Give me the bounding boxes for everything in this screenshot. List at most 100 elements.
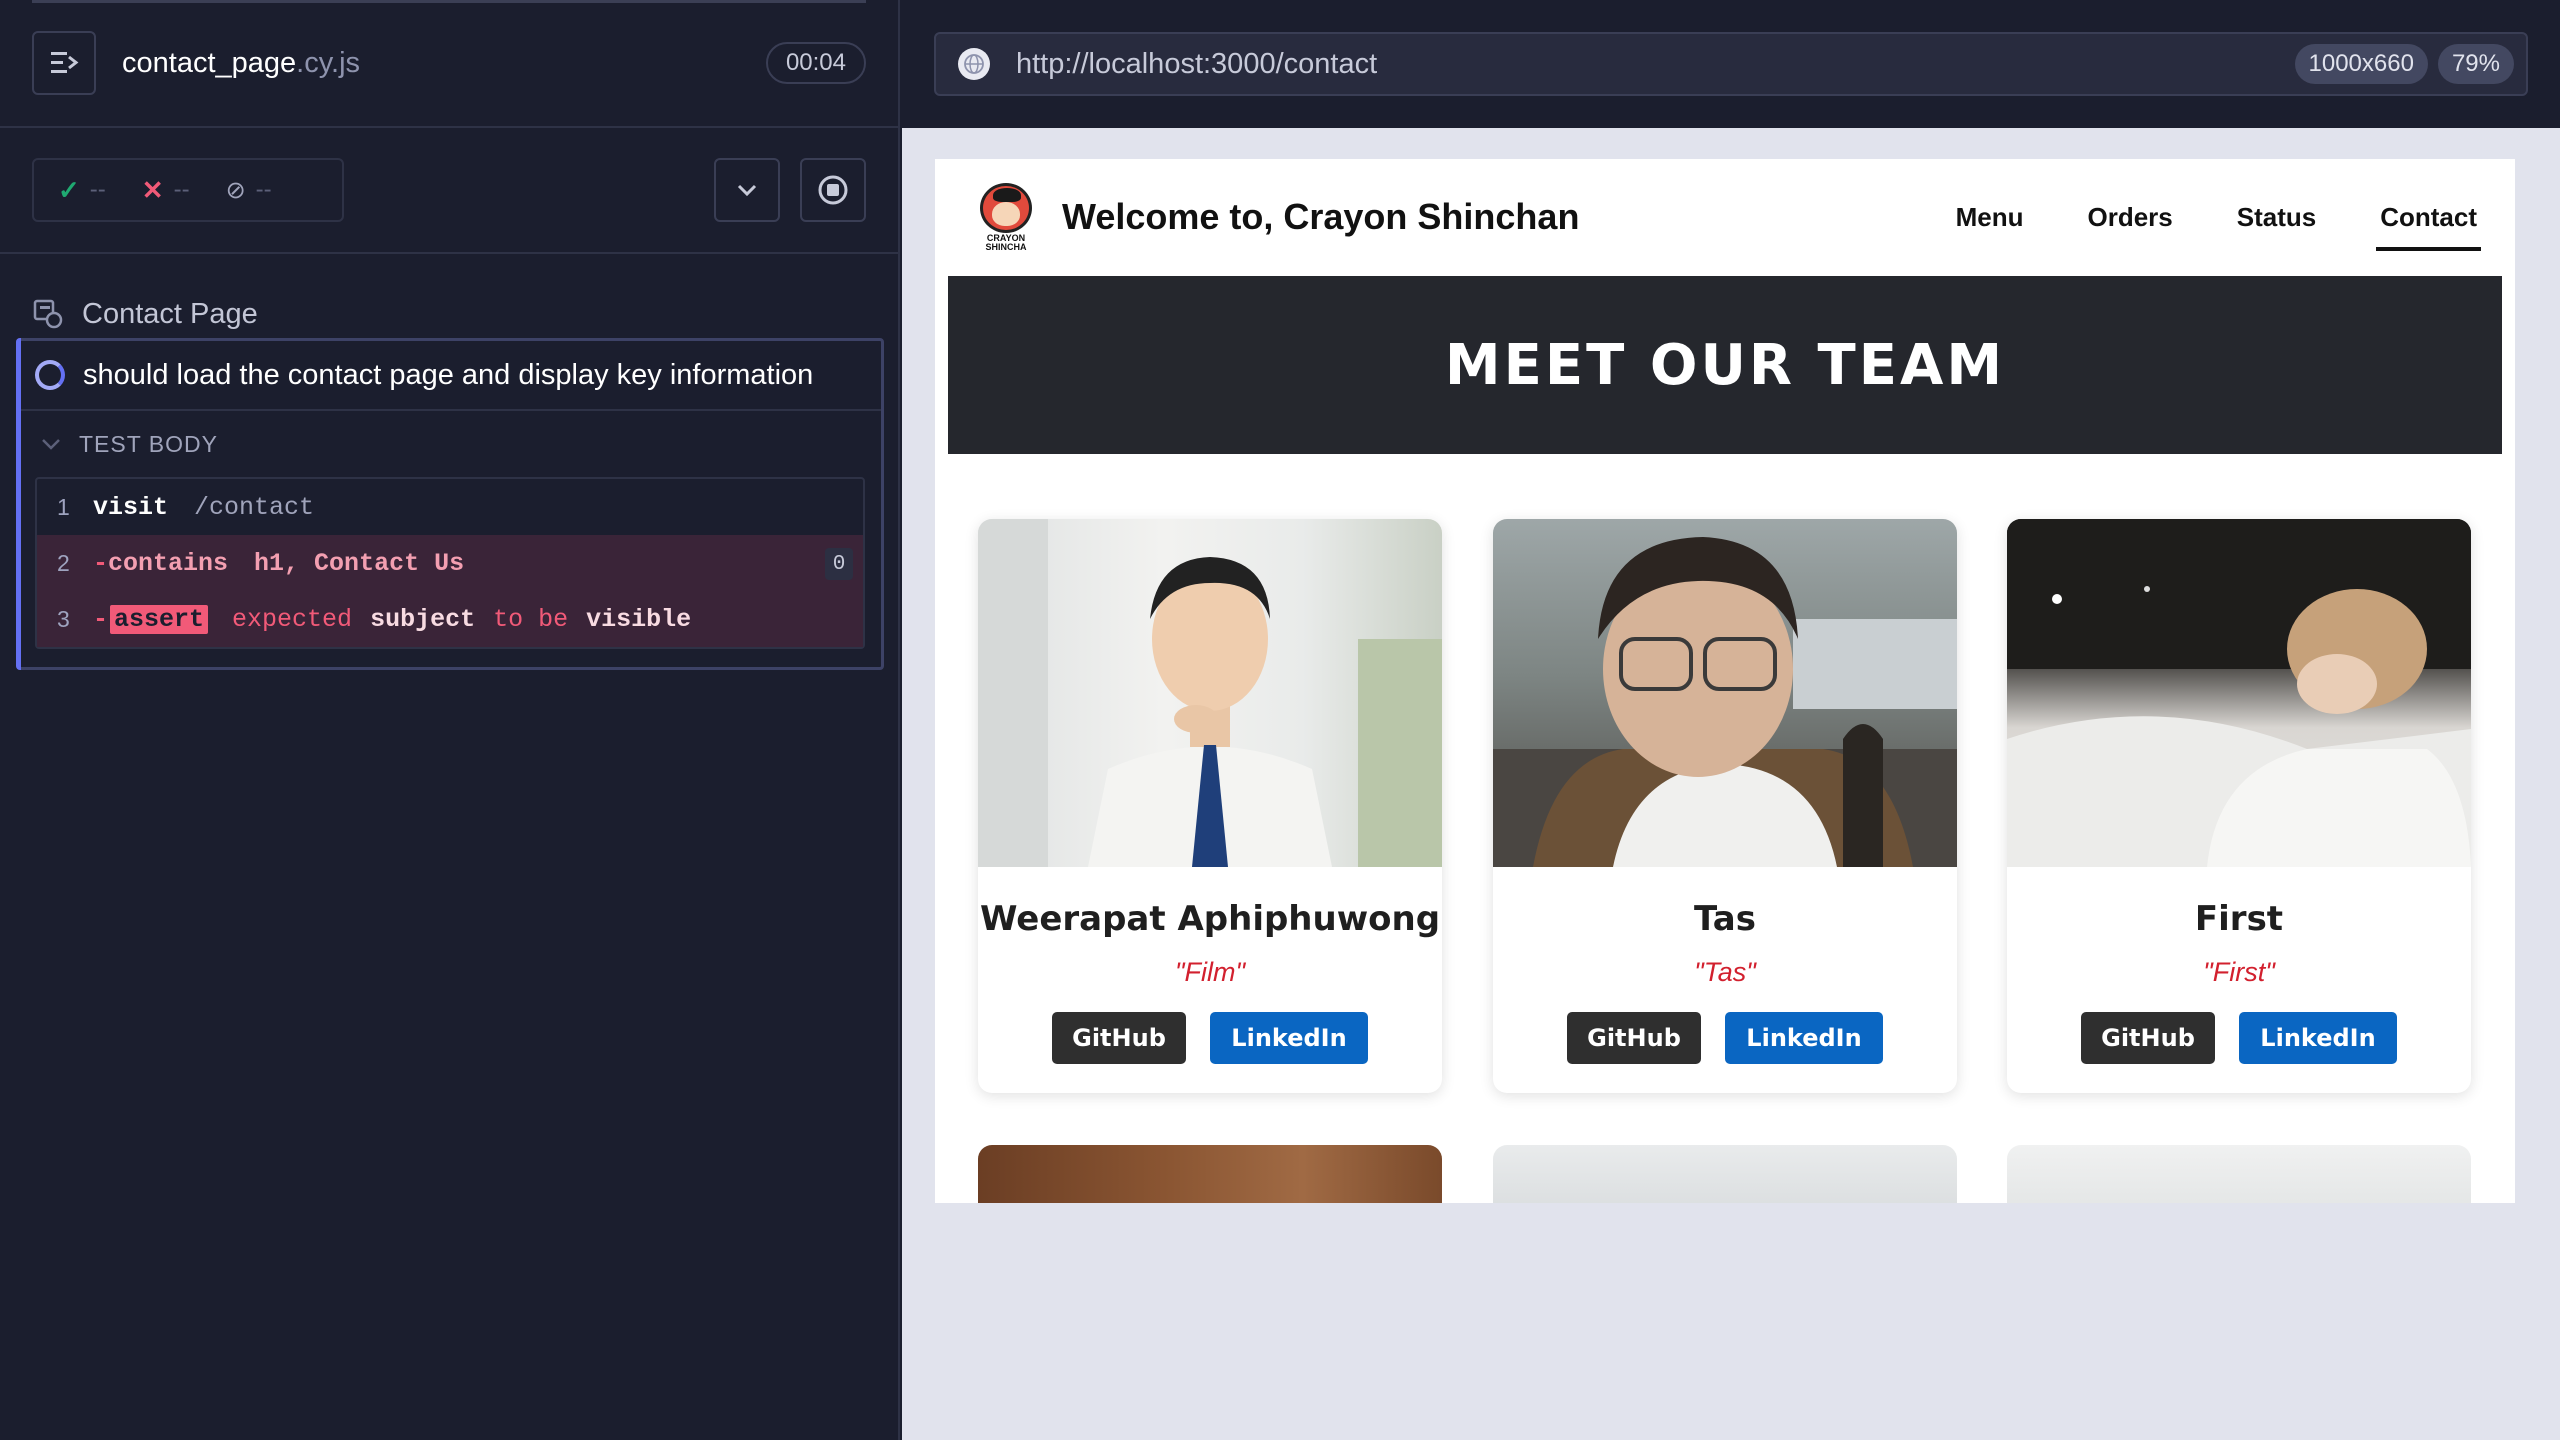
child-command-dash: -: [93, 548, 109, 578]
social-buttons: GitHub LinkedIn: [2007, 1012, 2471, 1064]
reporter-header: contact_page.cy.js 00:04: [0, 0, 898, 128]
nav-link-status[interactable]: Status: [2237, 159, 2316, 275]
spec-file-name: contact_page.cy.js: [122, 47, 360, 80]
command-message: h1, Contact Us: [254, 548, 465, 578]
globe-glyph: [964, 54, 984, 74]
team-card: Weerapat Aphiphuwong "Film" GitHub Linke…: [978, 519, 1442, 1093]
elements-count-badge: 0: [825, 548, 853, 580]
site-brand: Welcome to, Crayon Shinchan: [1062, 196, 1580, 237]
child-command-dash: -: [93, 604, 109, 634]
aut-header: http://localhost:3000/contact 1000x660 7…: [902, 0, 2560, 128]
running-indicator-bar: [16, 338, 21, 670]
viewport-size-chip[interactable]: 1000x660: [2294, 44, 2428, 84]
chevron-down-icon: [737, 184, 757, 197]
stats-summary: ✓ -- ✕ -- ⊘ --: [32, 158, 344, 222]
nav-link-menu[interactable]: Menu: [1956, 159, 2024, 275]
team-photo: [2007, 519, 2471, 867]
command-row[interactable]: 1 visit /contact: [37, 479, 863, 535]
social-buttons: GitHub LinkedIn: [1493, 1012, 1957, 1064]
team-photo-image: [978, 519, 1442, 867]
command-name: contains: [108, 548, 229, 578]
team-card-partial: [978, 1145, 1442, 1203]
command-number: 2: [57, 549, 70, 576]
check-icon: ✓: [58, 174, 80, 205]
suite-icon: [33, 299, 63, 329]
assert-token: expected: [232, 604, 353, 634]
command-number: 3: [57, 605, 70, 632]
linkedin-button[interactable]: LinkedIn: [1210, 1012, 1368, 1064]
crayon-logo[interactable]: CRAYON SHINCHA: [978, 183, 1034, 252]
command-row[interactable]: 2 - contains h1, Contact Us 0: [37, 535, 863, 591]
app-under-test-area: http://localhost:3000/contact 1000x660 7…: [902, 0, 2560, 1440]
x-icon: ✕: [141, 174, 164, 205]
test-body-label: TEST BODY: [79, 430, 218, 457]
stat-pending: ⊘ --: [226, 176, 272, 205]
suite-title: Contact Page: [82, 297, 258, 330]
linkedin-button[interactable]: LinkedIn: [1725, 1012, 1883, 1064]
collapse-menu-icon: [51, 52, 79, 73]
skip-icon: ⊘: [225, 176, 246, 204]
shinchan-face-icon: [980, 183, 1032, 233]
reporter-stats-bar: ✓ -- ✕ -- ⊘ --: [0, 128, 898, 254]
running-spinner-icon: [35, 360, 65, 390]
nav-link-contact[interactable]: Contact: [2376, 159, 2481, 275]
team-member-name: First: [2194, 899, 2284, 939]
command-log: 1 visit /contact 2 - contains h1, Contact…: [35, 477, 865, 649]
social-buttons: GitHub LinkedIn: [978, 1012, 1442, 1064]
hero-title: MEET OUR TEAM: [1444, 332, 2006, 398]
command-number: 1: [57, 493, 70, 520]
assert-token: to be: [493, 604, 569, 634]
team-photo: [978, 519, 1442, 867]
stop-button[interactable]: [800, 158, 866, 222]
aut-viewport: CRAYON SHINCHA Welcome to, Crayon Shinch…: [935, 159, 2515, 1203]
assert-token: subject: [370, 604, 476, 634]
command-row[interactable]: 3 - assert expected subject to be visible: [37, 591, 863, 647]
command-name: assert: [110, 604, 209, 634]
github-button[interactable]: GitHub: [1052, 1012, 1186, 1064]
stat-passed: ✓ --: [58, 175, 106, 206]
url-text: http://localhost:3000/contact: [1016, 47, 1378, 80]
command-message: /contact: [194, 492, 315, 522]
stat-failed: ✕ --: [142, 175, 190, 206]
globe-icon: [958, 48, 990, 80]
failed-count: --: [173, 176, 190, 203]
team-member-nickname: "First": [2203, 957, 2275, 987]
spec-file-base: contact_page: [122, 46, 297, 79]
site-nav-links: Menu Orders Status Contact: [1892, 159, 2481, 275]
chevron-down-icon: [42, 439, 60, 450]
team-card: First "First" GitHub LinkedIn: [2007, 519, 2471, 1093]
team-photo: [1493, 519, 1957, 867]
github-button[interactable]: GitHub: [1567, 1012, 1701, 1064]
hero-banner: MEET OUR TEAM: [948, 276, 2502, 454]
expand-collapse-button[interactable]: [714, 158, 780, 222]
running-test[interactable]: should load the contact page and display…: [16, 338, 884, 670]
header-divider: [32, 0, 866, 3]
team-member-nickname: "Film": [1174, 957, 1246, 987]
test-body-toggle[interactable]: TEST BODY: [19, 411, 881, 477]
logo-text: CRAYON: [986, 233, 1026, 243]
team-member-nickname: "Tas": [1694, 957, 1756, 987]
site-navbar: CRAYON SHINCHA Welcome to, Crayon Shinch…: [935, 159, 2515, 275]
github-button[interactable]: GitHub: [2081, 1012, 2215, 1064]
logo-text: SHINCHA: [985, 242, 1027, 252]
test-title-row[interactable]: should load the contact page and display…: [19, 341, 881, 411]
nav-link-orders[interactable]: Orders: [2087, 159, 2172, 275]
pending-count: --: [255, 176, 272, 203]
zoom-chip[interactable]: 79%: [2437, 44, 2514, 84]
stop-icon: [818, 175, 848, 205]
team-member-name: Tas: [1694, 899, 1756, 939]
team-photo-image: [1493, 537, 1957, 867]
team-card-partial: [1493, 1145, 1957, 1203]
passed-count: --: [89, 176, 106, 203]
assert-token: visible: [586, 604, 692, 634]
url-bar[interactable]: http://localhost:3000/contact 1000x660 7…: [934, 32, 2528, 96]
linkedin-button[interactable]: LinkedIn: [2239, 1012, 2397, 1064]
team-photo-image: [2007, 519, 2471, 867]
duration-badge: 00:04: [765, 42, 866, 84]
cypress-reporter: contact_page.cy.js 00:04 ✓ -- ✕ -- ⊘ --: [0, 0, 900, 1440]
team-card: Tas "Tas" GitHub LinkedIn: [1493, 519, 1957, 1093]
spec-file-ext: .cy.js: [296, 46, 361, 79]
command-name: visit: [93, 492, 169, 522]
specs-list-toggle-button[interactable]: [32, 31, 96, 95]
team-card-partial: [2007, 1145, 2471, 1203]
